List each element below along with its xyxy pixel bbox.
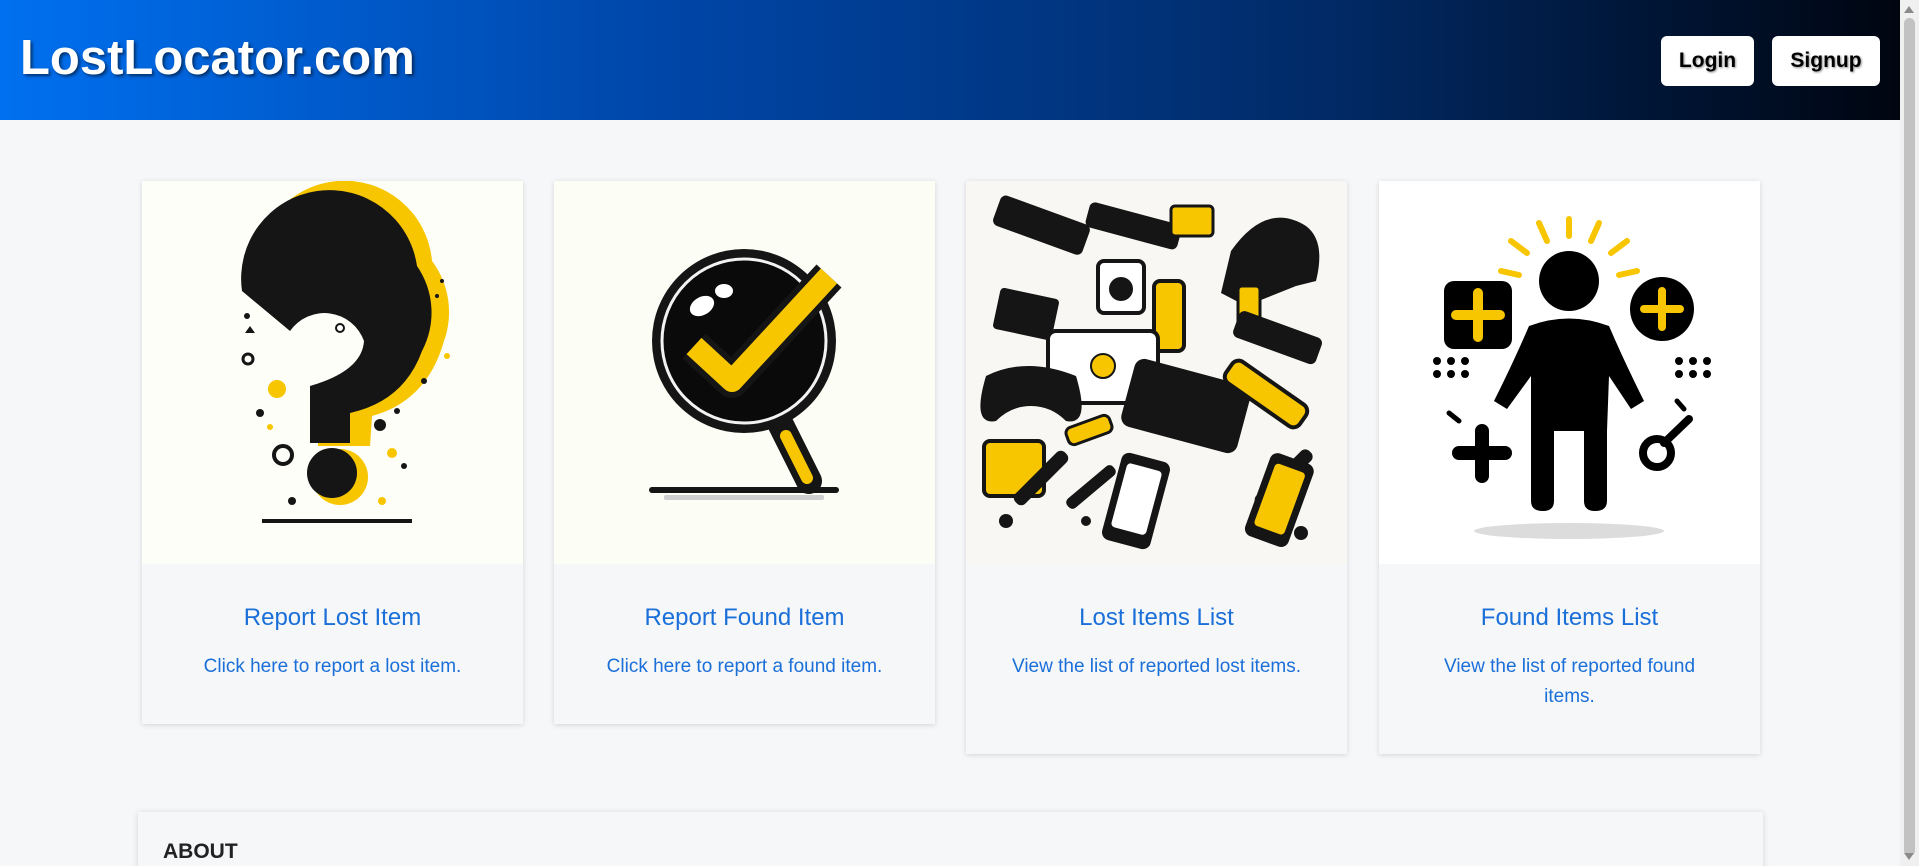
card-description[interactable]: Click here to report a lost item.	[183, 652, 483, 682]
scrollbar-thumb[interactable]	[1904, 18, 1915, 856]
signup-button[interactable]: Signup	[1772, 36, 1880, 86]
card-title[interactable]: Report Lost Item	[142, 604, 523, 632]
about-heading: ABOUT	[163, 840, 238, 863]
card-title[interactable]: Found Items List	[1379, 604, 1760, 632]
question-mark-icon	[142, 181, 523, 564]
scroll-up-arrow-icon[interactable]	[1904, 6, 1914, 13]
scroll-down-arrow-icon[interactable]	[1904, 853, 1914, 860]
card-report-lost-item[interactable]: Report Lost Item Click here to report a …	[142, 181, 523, 724]
card-description[interactable]: View the list of reported lost items.	[1007, 652, 1307, 682]
card-title[interactable]: Lost Items List	[966, 604, 1347, 632]
assorted-items-icon	[966, 181, 1347, 564]
site-logo-text[interactable]: LostLocator.com	[20, 30, 415, 86]
card-description[interactable]: Click here to report a found item.	[595, 652, 895, 682]
card-title[interactable]: Report Found Item	[554, 604, 935, 632]
page-scrollbar[interactable]	[1900, 0, 1919, 866]
site-header: LostLocator.com Login Signup	[0, 0, 1900, 120]
card-lost-items-list[interactable]: Lost Items List View the list of reporte…	[966, 181, 1347, 754]
about-section: ABOUT	[138, 812, 1763, 866]
card-description[interactable]: View the list of reported found items.	[1420, 652, 1720, 712]
magnifier-checkmark-icon	[554, 181, 935, 564]
login-button[interactable]: Login	[1661, 36, 1754, 86]
person-plus-icon	[1379, 181, 1760, 564]
card-found-items-list[interactable]: Found Items List View the list of report…	[1379, 181, 1760, 754]
card-report-found-item[interactable]: Report Found Item Click here to report a…	[554, 181, 935, 724]
